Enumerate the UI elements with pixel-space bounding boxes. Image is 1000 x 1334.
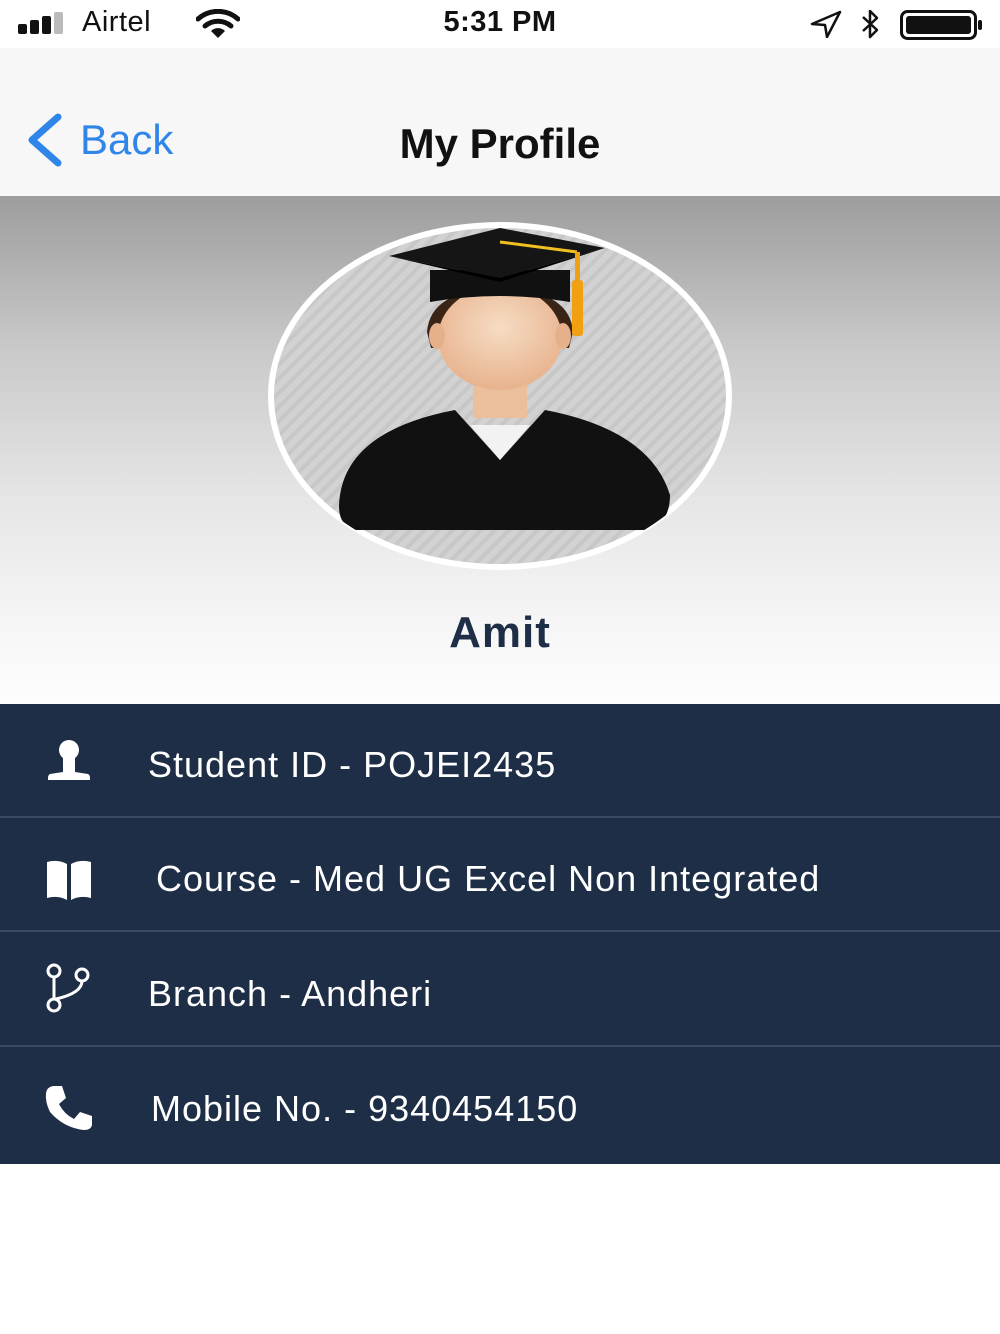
mobile-text: Mobile No. - 9340454150 [151, 1088, 579, 1129]
graduate-avatar-icon[interactable] [265, 220, 735, 572]
phone-icon [45, 1086, 92, 1130]
navigation-bar: Back My Profile [0, 48, 1000, 196]
bluetooth-icon [862, 9, 879, 39]
student-id-text: Student ID - POJEI2435 [148, 744, 557, 785]
profile-header: Amit [0, 196, 1000, 704]
user-name: Amit [449, 608, 551, 657]
user-icon [48, 740, 90, 780]
status-time: 5:31 PM [443, 6, 557, 38]
list-item-mobile: Mobile No. - 9340454150 [0, 1048, 1000, 1162]
page-title: My Profile [399, 120, 601, 167]
battery-icon [900, 10, 982, 40]
branch-text: Branch - Andheri [148, 973, 433, 1014]
course-text: Course - Med UG Excel Non Integrated [156, 858, 821, 899]
book-open-icon [47, 860, 91, 900]
list-item-branch: Branch - Andheri [0, 933, 1000, 1047]
location-arrow-icon [810, 10, 842, 38]
profile-details-list: Student ID - POJEI2435 Course - Med UG E… [0, 704, 1000, 1164]
list-item-course: Course - Med UG Excel Non Integrated [0, 818, 1000, 932]
empty-area [0, 1164, 1000, 1334]
code-branch-icon [46, 963, 90, 1013]
list-item-student-id: Student ID - POJEI2435 [0, 704, 1000, 818]
status-bar: Airtel 5:31 PM [0, 0, 1000, 48]
